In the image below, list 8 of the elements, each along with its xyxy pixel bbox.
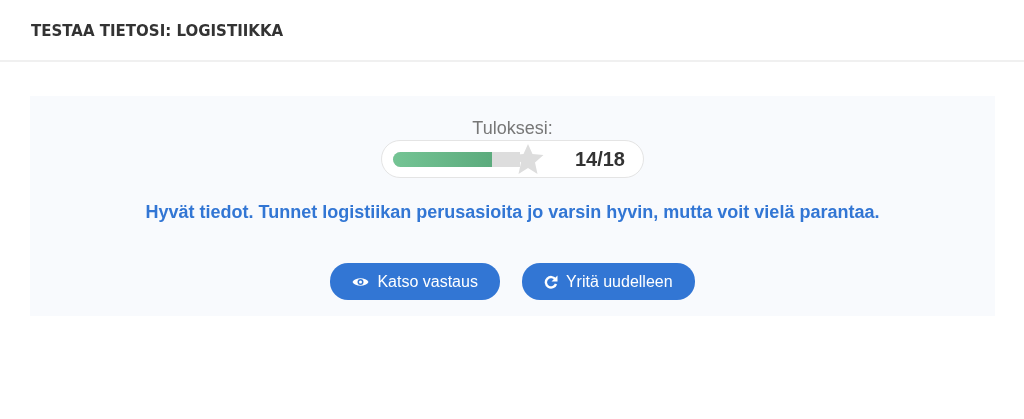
view-answer-button[interactable]: Katso vastaus	[330, 263, 500, 300]
retry-button[interactable]: Yritä uudelleen	[521, 263, 695, 300]
score-value: 14/18	[574, 147, 625, 171]
result-message: Hyvät tiedot. Tunnet logistiikan perusasioita jo varsin hyvin, mutta voit vielä parantaa.	[145, 202, 880, 223]
page-title: TESTAA TIETOSI: LOGISTIIKKA	[31, 22, 285, 40]
score-label: Tuloksesi:	[472, 118, 553, 138]
redo-icon	[543, 274, 558, 289]
eye-icon	[352, 275, 370, 288]
